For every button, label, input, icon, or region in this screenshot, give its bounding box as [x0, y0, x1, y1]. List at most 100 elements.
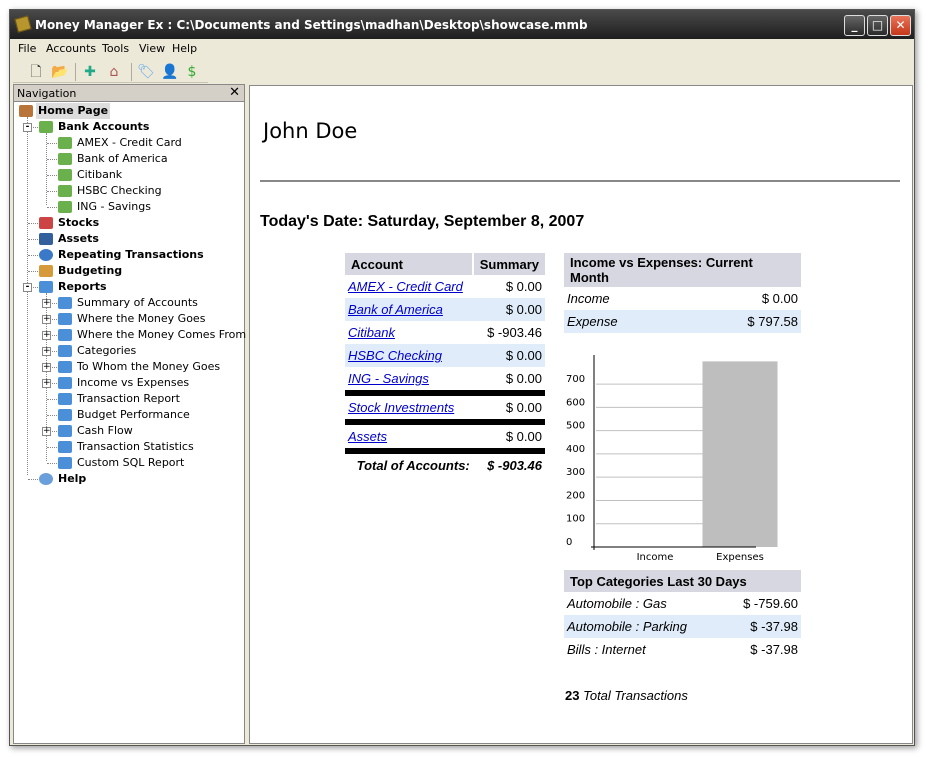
account-link[interactable]: HSBC Checking [348, 348, 442, 363]
account-link[interactable]: AMEX - Credit Card [348, 279, 463, 294]
title-bar: Money Manager Ex : C:\Documents and Sett… [10, 10, 914, 39]
report-icon [58, 457, 72, 469]
nav-item-income-vs-expenses[interactable]: + Income vs Expenses [14, 375, 242, 391]
expand-icon[interactable]: + [42, 299, 51, 308]
menu-help[interactable]: Help [172, 42, 197, 55]
payee-button[interactable]: 👤 [161, 63, 179, 81]
collapse-icon[interactable]: - [23, 283, 32, 292]
income-expenses-table: Income vs Expenses: Current Month Income… [564, 253, 801, 333]
account-row: AMEX - Credit Card $ 0.00 [345, 275, 545, 298]
maximize-button[interactable]: □ [867, 15, 888, 36]
open-folder-icon: 📂 [51, 64, 69, 80]
nav-item-amex-credit-card[interactable]: AMEX - Credit Card [14, 135, 242, 151]
tree-line [28, 255, 38, 256]
minimize-button[interactable]: _ [844, 15, 865, 36]
nav-item-hsbc-checking[interactable]: HSBC Checking [14, 183, 242, 199]
nav-item-home-page[interactable]: Home Page [14, 103, 242, 119]
account-link[interactable]: Citibank [348, 325, 395, 340]
nav-item-label: Transaction Report [77, 392, 180, 405]
home-page: John Doe Today's Date: Saturday, Septemb… [249, 85, 913, 744]
app-window: Money Manager Ex : C:\Documents and Sett… [9, 9, 915, 746]
collapse-icon[interactable]: - [23, 123, 32, 132]
expand-icon[interactable]: + [42, 363, 51, 372]
menu-accounts[interactable]: Accounts [46, 42, 96, 55]
nav-item-stocks[interactable]: Stocks [14, 215, 242, 231]
nav-item-label: ING - Savings [77, 200, 151, 213]
account-balance: $ -903.46 [487, 325, 542, 340]
tag-icon: 🏷 [137, 64, 155, 80]
report-icon [58, 409, 72, 421]
money-icon [58, 169, 72, 181]
navigation-header: Navigation ✕ [14, 85, 244, 102]
expand-icon[interactable]: + [42, 427, 51, 436]
row-label: Automobile : Parking [564, 615, 724, 638]
account-link[interactable]: Stock Investments [348, 400, 454, 415]
nav-item-citibank[interactable]: Citibank [14, 167, 242, 183]
expand-icon[interactable]: + [42, 379, 51, 388]
nav-item-budgeting[interactable]: Budgeting [14, 263, 242, 279]
top-categories-title: Top Categories Last 30 Days [564, 570, 801, 592]
menu-bar: File Accounts Tools View Help [10, 39, 914, 59]
summary-row: Expense $ 797.58 [564, 310, 801, 333]
expand-icon[interactable]: + [42, 347, 51, 356]
account-link[interactable]: ING - Savings [348, 371, 429, 386]
nav-item-bank-of-america[interactable]: Bank of America [14, 151, 242, 167]
currency-button[interactable]: $ [183, 63, 201, 81]
account-link[interactable]: Bank of America [348, 302, 443, 317]
home-button[interactable]: ⌂ [105, 63, 123, 81]
money-icon [58, 201, 72, 213]
expand-icon[interactable]: + [42, 331, 51, 340]
tag-button[interactable]: 🏷 [137, 63, 155, 81]
open-folder-button[interactable]: 📂 [51, 63, 69, 81]
expand-icon[interactable]: + [42, 315, 51, 324]
nav-item-summary-of-accounts[interactable]: + Summary of Accounts [14, 295, 242, 311]
menu-file[interactable]: File [18, 42, 36, 55]
y-tick-label: 300 [566, 467, 585, 478]
col-summary: Summary [472, 253, 545, 275]
money-icon [58, 137, 72, 149]
help-icon [39, 473, 53, 485]
top-categories-table: Top Categories Last 30 Days Automobile :… [564, 570, 801, 661]
account-link[interactable]: Assets [348, 429, 387, 444]
nav-item-assets[interactable]: Assets [14, 231, 242, 247]
nav-item-label: Help [58, 472, 87, 485]
nav-item-categories[interactable]: + Categories [14, 343, 242, 359]
menu-tools[interactable]: Tools [102, 42, 129, 55]
nav-item-ing-savings[interactable]: ING - Savings [14, 199, 242, 215]
nav-item-label: AMEX - Credit Card [77, 136, 182, 149]
row-label: Bills : Internet [567, 642, 646, 657]
total-row: Total of Accounts: $ -903.46 [345, 454, 545, 477]
new-account-button[interactable]: ✚ [81, 63, 99, 81]
nav-item-label: Budget Performance [77, 408, 190, 421]
new-file-button[interactable]: 🗋 [27, 63, 45, 81]
y-tick-label: 400 [566, 444, 585, 455]
nav-item-repeating-transactions[interactable]: Repeating Transactions [14, 247, 242, 263]
total-label: Total of Accounts: [356, 458, 470, 473]
new-file-icon: 🗋 [30, 64, 42, 80]
nav-item-where-the-money-goes[interactable]: + Where the Money Goes [14, 311, 242, 327]
account-cell: AMEX - Credit Card [345, 275, 473, 298]
close-navigation-icon[interactable]: ✕ [229, 85, 240, 100]
nav-item-budget-performance[interactable]: Budget Performance [14, 407, 242, 423]
account-cell: ING - Savings [345, 367, 473, 390]
nav-item-bank-accounts[interactable]: - Bank Accounts [14, 119, 242, 135]
income-expenses-title: Income vs Expenses: Current Month [564, 253, 801, 287]
nav-item-label: Where the Money Goes [77, 312, 206, 325]
home-icon: ⌂ [109, 64, 119, 80]
nav-item-where-the-money-comes-from[interactable]: + Where the Money Comes From [14, 327, 246, 343]
nav-item-cash-flow[interactable]: + Cash Flow [14, 423, 242, 439]
nav-item-transaction-report[interactable]: Transaction Report [14, 391, 242, 407]
account-balance: $ 0.00 [472, 344, 545, 367]
nav-item-transaction-statistics[interactable]: Transaction Statistics [14, 439, 242, 455]
account-cell: Assets [345, 425, 473, 448]
home-icon [19, 105, 33, 117]
nav-item-help[interactable]: Help [14, 471, 242, 487]
nav-item-reports[interactable]: - Reports [14, 279, 242, 295]
nav-item-custom-sql-report[interactable]: Custom SQL Report [14, 455, 242, 471]
close-button[interactable]: ✕ [890, 15, 911, 36]
nav-item-label: Transaction Statistics [77, 440, 194, 453]
nav-item-to-whom-the-money-goes[interactable]: + To Whom the Money Goes [14, 359, 242, 375]
currency-icon: $ [187, 64, 197, 80]
menu-view[interactable]: View [139, 42, 165, 55]
report-icon [58, 297, 72, 309]
